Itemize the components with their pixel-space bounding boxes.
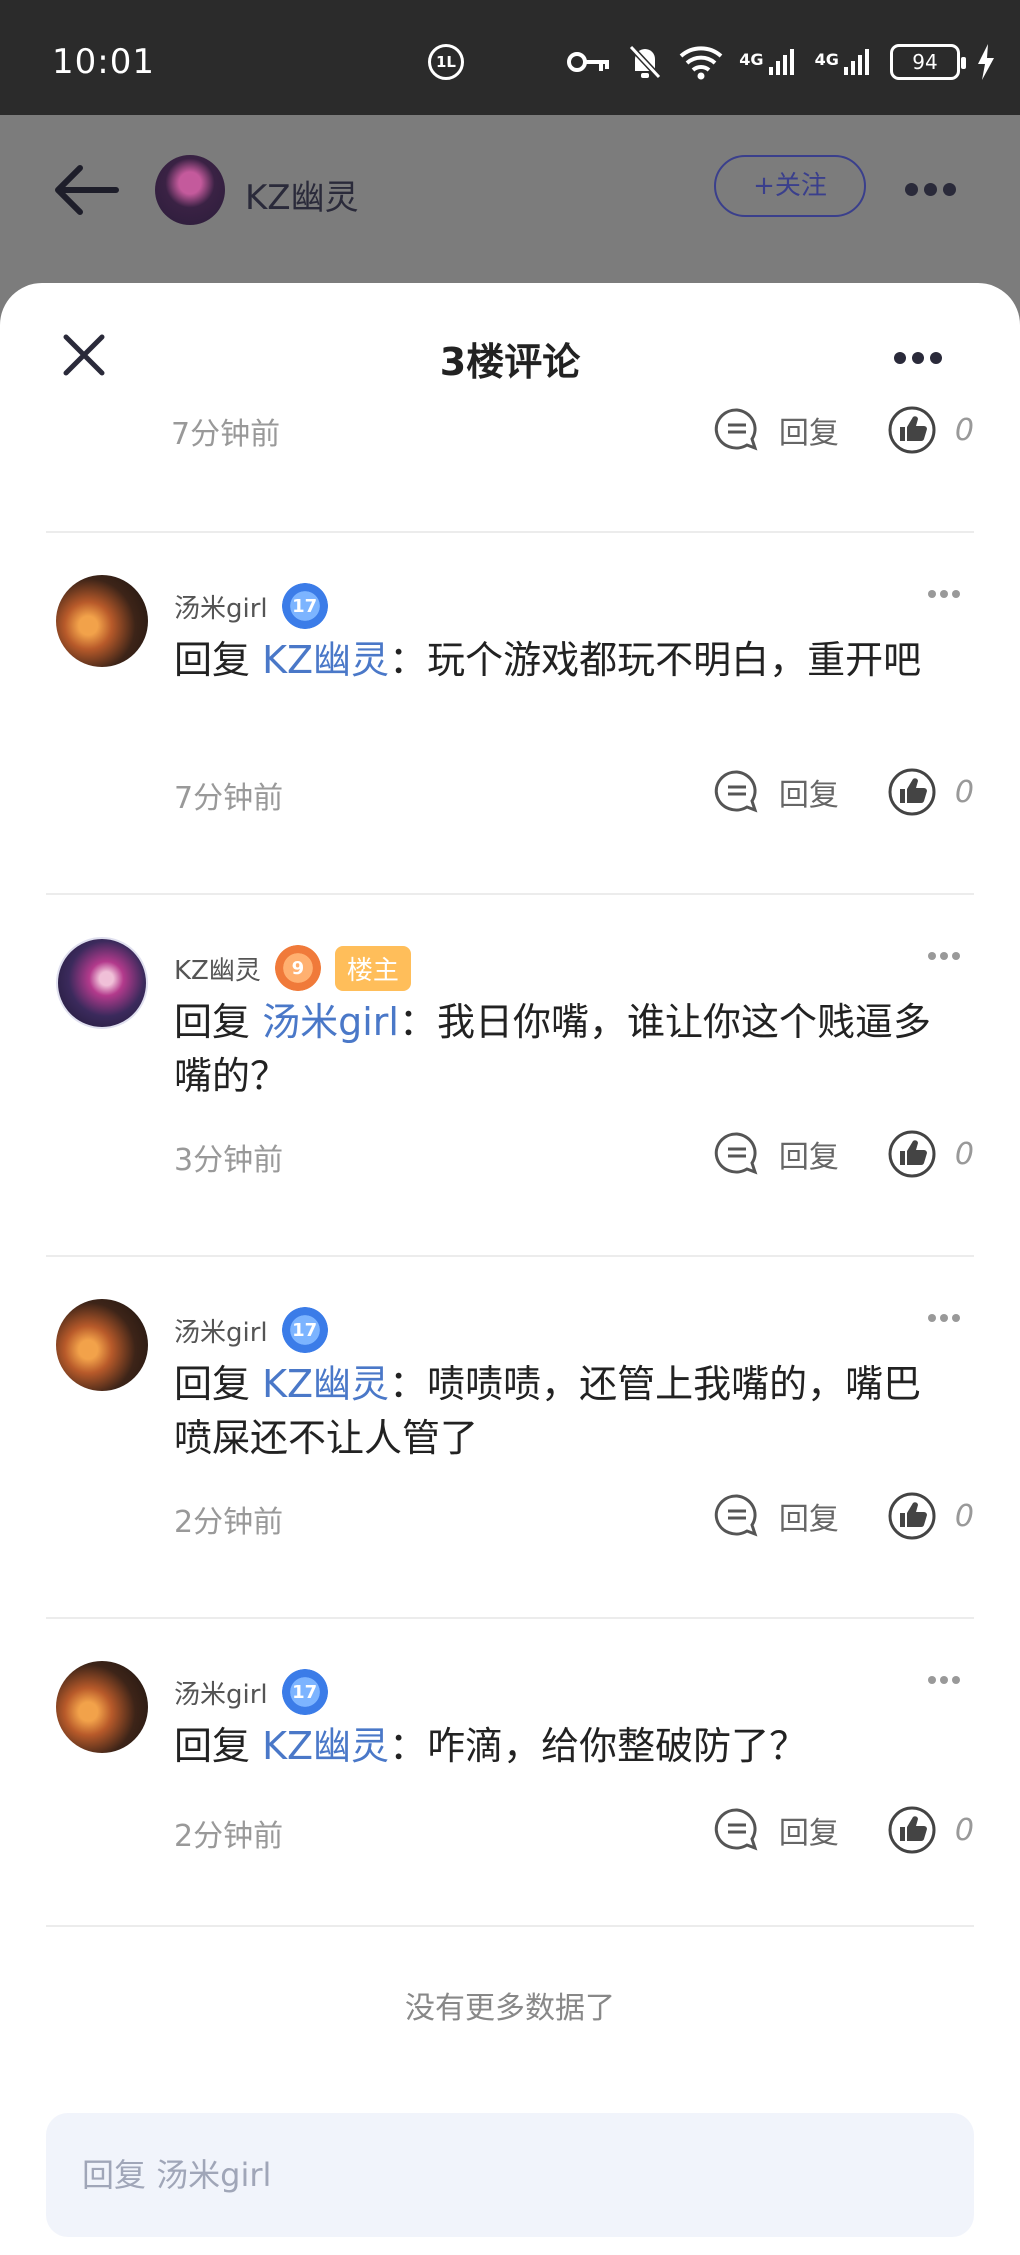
post-header: KZ幽灵 +关注 bbox=[0, 115, 1020, 285]
reply-button[interactable]: 回复 bbox=[779, 408, 839, 452]
comment-time: 7分钟前 bbox=[174, 781, 284, 816]
hd-badge-icon: 1L bbox=[428, 44, 464, 80]
comment-body: 回复 KZ幽灵：啧啧啧，还管上我嘴的，嘴巴喷屎还不让人管了 bbox=[174, 1357, 954, 1465]
comment-list: 7分钟前 回复 0 汤米girl 17 回复 KZ幽灵：玩个游戏都玩不明白，重开… bbox=[0, 373, 1020, 1927]
like-count: 0 bbox=[954, 1498, 974, 1534]
reply-icon[interactable] bbox=[713, 1806, 761, 1854]
owner-tag: 楼主 bbox=[334, 945, 411, 991]
level-badge-icon: 17 bbox=[281, 1669, 328, 1715]
comment-item: 汤米girl 17 回复 KZ幽灵：啧啧啧，还管上我嘴的，嘴巴喷屎还不让人管了 … bbox=[46, 1257, 974, 1619]
author-avatar[interactable] bbox=[155, 155, 225, 225]
reply-button[interactable]: 回复 bbox=[779, 1808, 839, 1852]
comment-more-icon[interactable] bbox=[928, 1307, 968, 1322]
back-arrow-icon[interactable] bbox=[50, 160, 120, 220]
author-name[interactable]: KZ幽灵 bbox=[245, 170, 359, 219]
like-icon[interactable] bbox=[887, 1491, 937, 1541]
comment-item: KZ幽灵 9 楼主 回复 汤米girl：我日你嘴，谁让你这个贱逼多嘴的？ 3分钟… bbox=[46, 895, 974, 1257]
like-icon[interactable] bbox=[887, 405, 937, 455]
comment-actions: 回复 0 bbox=[713, 405, 974, 455]
user-avatar[interactable] bbox=[56, 1299, 148, 1391]
battery-icon: 94 bbox=[890, 44, 966, 80]
like-icon[interactable] bbox=[887, 1129, 937, 1179]
comment-more-icon[interactable] bbox=[928, 945, 968, 960]
level-badge-icon: 17 bbox=[281, 1307, 328, 1353]
comment-more-icon[interactable] bbox=[928, 583, 968, 598]
reply-prefix: 回复 bbox=[174, 1362, 251, 1406]
mention-link[interactable]: 汤米girl bbox=[262, 1000, 399, 1044]
comment-meta: 汤米girl 17 bbox=[174, 583, 328, 629]
username[interactable]: 汤米girl bbox=[174, 588, 268, 625]
comment-meta: 汤米girl 17 bbox=[174, 1307, 328, 1353]
follow-button[interactable]: +关注 bbox=[714, 155, 866, 217]
status-time: 10:01 bbox=[52, 42, 155, 82]
comment-time: 7分钟前 bbox=[171, 417, 281, 452]
like-count: 0 bbox=[954, 412, 974, 448]
net-label-2: 4G bbox=[814, 50, 839, 69]
reply-bar bbox=[46, 2113, 974, 2237]
wifi-icon bbox=[679, 46, 723, 80]
reply-icon[interactable] bbox=[713, 1130, 761, 1178]
reply-button[interactable]: 回复 bbox=[779, 770, 839, 814]
reply-button[interactable]: 回复 bbox=[779, 1132, 839, 1176]
sheet-more-icon[interactable] bbox=[894, 349, 954, 365]
like-icon[interactable] bbox=[887, 767, 937, 817]
reply-icon[interactable] bbox=[713, 406, 761, 454]
like-count: 0 bbox=[954, 1812, 974, 1848]
comment-more-icon[interactable] bbox=[928, 1669, 968, 1684]
mention-link[interactable]: KZ幽灵 bbox=[262, 1362, 389, 1406]
comment-sheet: 3楼评论 7分钟前 回复 0 汤米girl 17 回复 KZ幽灵：玩个游戏都玩不… bbox=[0, 283, 1020, 2255]
comment-item: 汤米girl 17 回复 KZ幽灵：玩个游戏都玩不明白，重开吧 7分钟前 回复 … bbox=[46, 533, 974, 895]
level-badge-icon: 9 bbox=[274, 945, 321, 991]
mention-link[interactable]: KZ幽灵 bbox=[262, 638, 389, 682]
signal-2-icon: 4G bbox=[815, 45, 874, 79]
mention-link[interactable]: KZ幽灵 bbox=[262, 1724, 389, 1768]
more-options-icon[interactable] bbox=[905, 181, 965, 197]
comment-text: ：咋滴，给你整破防了？ bbox=[389, 1724, 808, 1768]
comment-meta: 汤米girl 17 bbox=[174, 1669, 328, 1715]
reply-prefix: 回复 bbox=[174, 638, 251, 682]
user-avatar[interactable] bbox=[56, 1661, 148, 1753]
username[interactable]: 汤米girl bbox=[174, 1674, 268, 1711]
reply-input[interactable] bbox=[82, 2113, 942, 2237]
comment-time: 3分钟前 bbox=[174, 1143, 284, 1178]
net-label-1: 4G bbox=[739, 50, 764, 69]
user-avatar[interactable] bbox=[56, 575, 148, 667]
comment-body: 回复 KZ幽灵：咋滴，给你整破防了？ bbox=[174, 1719, 954, 1773]
status-bar: 10:01 1L 4G 4G 94 bbox=[0, 0, 1020, 115]
username[interactable]: KZ幽灵 bbox=[174, 950, 261, 987]
comment-text: ：玩个游戏都玩不明白，重开吧 bbox=[389, 638, 922, 682]
comment-time: 2分钟前 bbox=[174, 1819, 284, 1854]
reply-prefix: 回复 bbox=[174, 1724, 251, 1768]
reply-prefix: 回复 bbox=[174, 1000, 251, 1044]
comment-actions: 回复 0 bbox=[713, 1129, 974, 1179]
key-icon bbox=[567, 52, 610, 72]
comment-meta: KZ幽灵 9 楼主 bbox=[174, 945, 411, 991]
charging-icon bbox=[978, 44, 994, 80]
partial-comment-row: 7分钟前 回复 0 bbox=[46, 373, 974, 533]
mute-bell-icon bbox=[629, 44, 662, 80]
reply-icon[interactable] bbox=[713, 768, 761, 816]
comment-actions: 回复 0 bbox=[713, 1491, 974, 1541]
like-count: 0 bbox=[954, 1136, 974, 1172]
status-icons: 4G 4G 94 bbox=[567, 40, 996, 84]
comment-item: 汤米girl 17 回复 KZ幽灵：咋滴，给你整破防了？ 2分钟前 回复 0 bbox=[46, 1619, 974, 1927]
comment-time: 2分钟前 bbox=[174, 1505, 284, 1540]
reply-button[interactable]: 回复 bbox=[779, 1494, 839, 1538]
reply-icon[interactable] bbox=[713, 1492, 761, 1540]
comment-body: 回复 KZ幽灵：玩个游戏都玩不明白，重开吧 bbox=[174, 633, 954, 687]
like-icon[interactable] bbox=[887, 1805, 937, 1855]
comment-body: 回复 汤米girl：我日你嘴，谁让你这个贱逼多嘴的？ bbox=[174, 995, 954, 1103]
like-count: 0 bbox=[954, 774, 974, 810]
level-badge-icon: 17 bbox=[281, 583, 328, 629]
signal-1-icon: 4G bbox=[739, 45, 798, 79]
comment-actions: 回复 0 bbox=[713, 1805, 974, 1855]
username[interactable]: 汤米girl bbox=[174, 1312, 268, 1349]
user-avatar[interactable] bbox=[56, 937, 148, 1029]
comment-actions: 回复 0 bbox=[713, 767, 974, 817]
no-more-data: 没有更多数据了 bbox=[405, 1991, 615, 2026]
